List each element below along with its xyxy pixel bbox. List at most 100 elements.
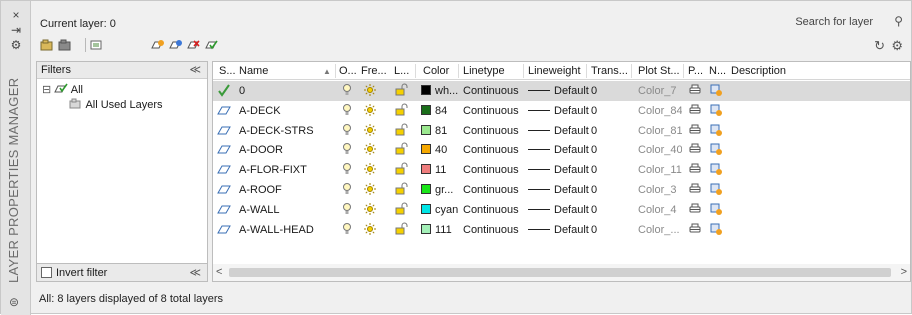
unlock-icon[interactable] — [394, 202, 408, 216]
lightbulb-icon[interactable] — [340, 202, 354, 216]
filter-tree-all[interactable]: ⊟ All — [42, 83, 83, 97]
sun-icon[interactable] — [363, 162, 377, 176]
new-property-filter-icon[interactable] — [40, 39, 54, 51]
layer-linetype[interactable]: Continuous — [463, 124, 519, 138]
set-current-icon[interactable] — [204, 39, 218, 51]
layer-linetype[interactable]: Continuous — [463, 203, 519, 217]
new-vp-freeze-icon[interactable] — [709, 123, 723, 137]
col-new-vp-freeze[interactable]: N... — [709, 65, 726, 77]
layer-linetype[interactable]: Continuous — [463, 84, 519, 98]
search-input[interactable]: Search for layer — [795, 16, 873, 28]
close-icon[interactable]: × — [9, 8, 23, 22]
scroll-left-icon[interactable]: < — [216, 266, 222, 278]
printer-icon[interactable] — [688, 162, 702, 176]
scroll-thumb[interactable] — [229, 268, 891, 277]
layer-lineweight[interactable]: Default — [528, 84, 589, 98]
layer-row[interactable]: 0 wh... Continuous Default 0 Color_7 — [213, 81, 910, 101]
layer-name[interactable]: A-ROOF — [239, 183, 334, 197]
refresh-icon[interactable]: ↻ — [874, 38, 885, 54]
new-vp-freeze-icon[interactable] — [709, 222, 723, 236]
lightbulb-icon[interactable] — [340, 123, 354, 137]
layer-transparency[interactable]: 0 — [591, 84, 597, 98]
layer-linetype[interactable]: Continuous — [463, 163, 519, 177]
printer-icon[interactable] — [688, 123, 702, 137]
layer-color[interactable]: wh... — [421, 84, 461, 98]
col-linetype[interactable]: Linetype — [463, 65, 505, 77]
layer-lineweight[interactable]: Default — [528, 163, 589, 177]
invert-filter-checkbox[interactable] — [41, 267, 52, 278]
col-status[interactable]: S... — [219, 65, 236, 77]
layer-linetype[interactable]: Continuous — [463, 143, 519, 157]
layer-color[interactable]: 11 — [421, 163, 461, 177]
layer-row[interactable]: A-ROOF gr... Continuous Default 0 Color_3 — [213, 180, 910, 200]
unlock-icon[interactable] — [394, 142, 408, 156]
col-description[interactable]: Description — [731, 65, 786, 77]
layer-row[interactable]: A-WALL cyan Continuous Default 0 Color_4 — [213, 200, 910, 220]
layer-lineweight[interactable]: Default — [528, 124, 589, 138]
new-vp-freeze-icon[interactable] — [709, 83, 723, 97]
collapse-filters-icon[interactable]: ≪ — [189, 63, 201, 76]
layer-states-manager-icon[interactable] — [90, 39, 104, 51]
layer-lineweight[interactable]: Default — [528, 104, 589, 118]
layer-color[interactable]: gr... — [421, 183, 461, 197]
lightbulb-icon[interactable] — [340, 222, 354, 236]
lightbulb-icon[interactable] — [340, 103, 354, 117]
new-vp-freeze-icon[interactable] — [709, 142, 723, 156]
layer-transparency[interactable]: 0 — [591, 104, 597, 118]
sun-icon[interactable] — [363, 222, 377, 236]
gear-icon[interactable]: ⚙ — [9, 38, 23, 52]
layer-lineweight[interactable]: Default — [528, 203, 589, 217]
layer-row[interactable]: A-DOOR 40 Continuous Default 0 Color_40 — [213, 140, 910, 160]
new-vp-freeze-icon[interactable] — [709, 202, 723, 216]
layer-row[interactable]: A-DECK-STRS 81 Continuous Default 0 Color_81 — [213, 121, 910, 141]
layer-transparency[interactable]: 0 — [591, 203, 597, 217]
search-icon[interactable]: ⚲ — [894, 14, 903, 28]
layer-color[interactable]: 40 — [421, 143, 461, 157]
layer-row[interactable]: A-DECK 84 Continuous Default 0 Color_84 — [213, 101, 910, 121]
layer-color[interactable]: 84 — [421, 104, 461, 118]
layer-transparency[interactable]: 0 — [591, 223, 597, 237]
layer-name[interactable]: A-WALL-HEAD — [239, 223, 334, 237]
layer-lineweight[interactable]: Default — [528, 223, 589, 237]
horizontal-scrollbar[interactable]: < > — [212, 264, 911, 282]
sun-icon[interactable] — [363, 123, 377, 137]
printer-icon[interactable] — [688, 103, 702, 117]
layer-name[interactable]: A-DECK-STRS — [239, 124, 334, 138]
sun-icon[interactable] — [363, 182, 377, 196]
layer-color[interactable]: 111 — [421, 223, 461, 237]
col-plot-style[interactable]: Plot St... — [638, 65, 680, 77]
col-lineweight[interactable]: Lineweight — [528, 65, 581, 77]
collapse-filters-icon[interactable]: ≪ — [189, 266, 201, 279]
col-on[interactable]: O... — [339, 65, 357, 77]
tree-toggle-icon[interactable]: ⊟ — [42, 84, 51, 96]
col-plot[interactable]: P... — [688, 65, 703, 77]
new-vp-freeze-icon[interactable] — [709, 162, 723, 176]
layer-name[interactable]: A-FLOR-FIXT — [239, 163, 334, 177]
lightbulb-icon[interactable] — [340, 182, 354, 196]
layer-transparency[interactable]: 0 — [591, 124, 597, 138]
sun-icon[interactable] — [363, 83, 377, 97]
unlock-icon[interactable] — [394, 162, 408, 176]
unlock-icon[interactable] — [394, 123, 408, 137]
layer-color[interactable]: 81 — [421, 124, 461, 138]
layer-color[interactable]: cyan — [421, 203, 461, 217]
sun-icon[interactable] — [363, 142, 377, 156]
autohide-icon[interactable]: ⇥ — [9, 23, 23, 37]
lightbulb-icon[interactable] — [340, 142, 354, 156]
delete-layer-icon[interactable] — [186, 39, 200, 51]
layer-name[interactable]: A-DECK — [239, 104, 334, 118]
filter-tree-all-used[interactable]: All Used Layers — [69, 98, 163, 112]
new-layer-icon[interactable] — [150, 39, 164, 51]
layer-name[interactable]: A-WALL — [239, 203, 334, 217]
scroll-right-icon[interactable]: > — [901, 266, 907, 278]
printer-icon[interactable] — [688, 83, 702, 97]
lightbulb-icon[interactable] — [340, 162, 354, 176]
new-vp-freeze-icon[interactable] — [709, 182, 723, 196]
col-name[interactable]: Name — [239, 65, 268, 77]
layer-transparency[interactable]: 0 — [591, 183, 597, 197]
layer-lineweight[interactable]: Default — [528, 183, 589, 197]
unlock-icon[interactable] — [394, 182, 408, 196]
layer-name[interactable]: A-DOOR — [239, 143, 334, 157]
lightbulb-icon[interactable] — [340, 83, 354, 97]
printer-icon[interactable] — [688, 222, 702, 236]
